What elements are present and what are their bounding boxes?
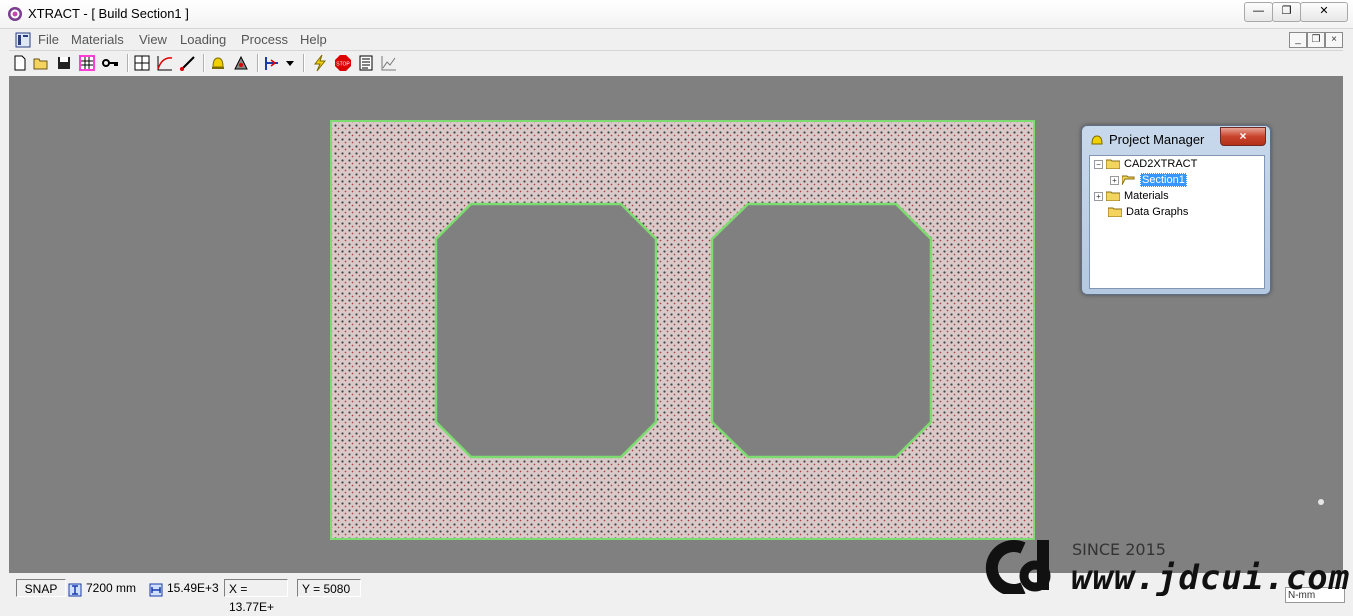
horizontal-dimension-icon [149, 583, 163, 597]
mdi-close-button[interactable]: × [1325, 32, 1343, 48]
menu-view[interactable]: View [139, 32, 167, 47]
watermark-url: www.jdcui.com [1071, 558, 1351, 598]
folder-icon [1108, 207, 1122, 218]
tree-item-data-graphs[interactable]: Data Graphs [1108, 205, 1188, 220]
toolbar-separator [127, 54, 129, 72]
section-grid-icon[interactable] [133, 54, 151, 72]
canvas-marker [1318, 499, 1324, 505]
tree-item-materials[interactable]: + Materials [1094, 189, 1169, 204]
xtract-app-icon [8, 7, 22, 21]
line-draw-icon[interactable] [179, 54, 197, 72]
lightning-icon[interactable] [311, 54, 329, 72]
menu-help[interactable]: Help [300, 32, 327, 47]
tree-item-cad2xtract[interactable]: − CAD2XTRACT [1094, 157, 1197, 172]
minimize-button[interactable]: — [1244, 2, 1273, 22]
section-width: 15.49E+3 [167, 581, 219, 595]
svg-text:STOP: STOP [336, 62, 350, 68]
collapse-icon[interactable]: − [1094, 159, 1103, 169]
expand-icon[interactable]: + [1094, 191, 1103, 201]
snap-toggle[interactable]: SNAP [16, 579, 66, 597]
tree-item-label: Materials [1124, 190, 1169, 202]
menu-process[interactable]: Process [241, 32, 288, 47]
mdi-restore-button[interactable]: ❐ [1307, 32, 1325, 48]
toolbar-separator [203, 54, 205, 72]
tree-item-label: CAD2XTRACT [1124, 158, 1198, 170]
tree-item-label: Data Graphs [1126, 206, 1189, 218]
project-manager-window[interactable]: Project Manager × − CAD2XTRACT + Section1 … [1081, 125, 1271, 295]
bell-icon [1091, 135, 1103, 145]
mdi-minimize-button[interactable]: _ [1289, 32, 1307, 48]
analysis-icon[interactable] [232, 54, 250, 72]
section-height: 7200 mm [86, 581, 137, 595]
watermark: SINCE 2015 www.jdcui.com [985, 536, 1353, 598]
open-folder-icon [1122, 175, 1135, 186]
stop-icon[interactable]: STOP [334, 54, 352, 72]
tree-item-label: Section1 [1140, 173, 1187, 187]
toolbar: STOP [9, 51, 1343, 75]
moment-curve-icon[interactable] [156, 54, 174, 72]
open-folder-icon[interactable] [32, 54, 50, 72]
bell-icon[interactable] [209, 54, 227, 72]
folder-icon [1106, 159, 1120, 170]
close-button[interactable]: ✕ [1300, 2, 1348, 22]
toolbar-separator [257, 54, 259, 72]
window-titlebar: XTRACT - [ Build Section1 ] — ❐ ✕ [0, 0, 1353, 29]
axis-icon[interactable] [263, 54, 281, 72]
menu-bar: File Materials View Loading Process Help… [9, 30, 1343, 51]
vertical-dimension-icon [68, 583, 82, 597]
cd-logo-icon [985, 540, 1051, 594]
project-tree: − CAD2XTRACT + Section1 + Materials Data Gr… [1089, 155, 1265, 289]
expand-icon[interactable]: + [1110, 175, 1119, 185]
folder-icon [1106, 191, 1120, 202]
grid-select-icon[interactable] [78, 54, 96, 72]
toolbar-separator [303, 54, 305, 72]
menu-file[interactable]: File [38, 32, 59, 47]
menu-loading[interactable]: Loading [180, 32, 226, 47]
section-voids [434, 202, 933, 459]
void-cell-right [710, 202, 933, 459]
watermark-since: SINCE 2015 [1072, 540, 1166, 559]
cursor-y: Y = 5080 [297, 579, 361, 597]
cursor-x: X = 13.77E+ [224, 579, 288, 614]
project-manager-close-button[interactable]: × [1220, 127, 1266, 146]
dropdown-arrow-icon[interactable] [284, 54, 296, 72]
key-icon[interactable] [101, 54, 119, 72]
chart-icon[interactable] [380, 54, 398, 72]
new-file-icon[interactable] [11, 54, 29, 72]
menu-materials[interactable]: Materials [71, 32, 124, 47]
restore-button[interactable]: ❐ [1272, 2, 1301, 22]
void-cell-left [434, 202, 658, 459]
report-icon[interactable] [357, 54, 375, 72]
save-icon[interactable] [55, 54, 73, 72]
document-icon[interactable] [15, 32, 31, 48]
project-manager-title: Project Manager [1109, 132, 1205, 147]
tree-item-section1[interactable]: + Section1 [1110, 173, 1187, 188]
window-title: XTRACT - [ Build Section1 ] [28, 6, 189, 21]
